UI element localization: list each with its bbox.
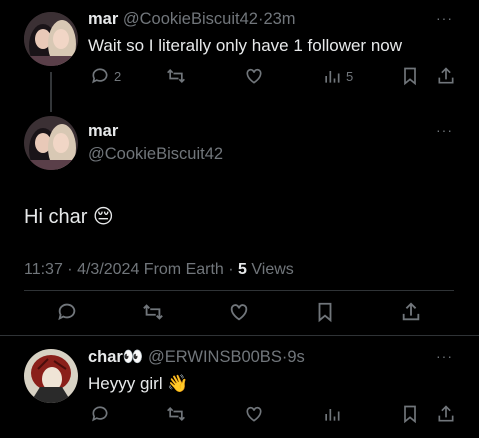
tweet-header: mar @CookieBiscuit42·23m: [88, 10, 296, 29]
author-name[interactable]: char👀: [88, 348, 143, 366]
like-button[interactable]: [228, 301, 250, 323]
waving-hand-emoji: 👋: [167, 374, 189, 393]
author-handle[interactable]: @CookieBiscuit42: [123, 10, 258, 28]
avatar[interactable]: [24, 12, 78, 66]
tweet-text-content: Heyyy girl: [88, 374, 163, 393]
author-handle[interactable]: @ERWINSB00BS: [148, 348, 282, 366]
views-label: Views: [246, 261, 294, 278]
eyes-emoji: 👀: [122, 348, 144, 366]
tweet-meta: 11:37 · 4/3/2024 From Earth · 5 Views: [24, 261, 294, 279]
retweet-icon: [143, 304, 163, 320]
share-button[interactable]: [436, 66, 456, 86]
bookmark-button[interactable]: [314, 301, 336, 323]
like-button[interactable]: [244, 404, 264, 424]
retweet-icon: [167, 68, 185, 84]
retweet-icon: [167, 406, 185, 422]
heart-icon: [246, 68, 262, 84]
tweet-text: Wait so I literally only have 1 follower…: [88, 36, 403, 55]
share-icon: [438, 405, 454, 422]
heart-icon: [230, 304, 248, 321]
author-name[interactable]: mar: [88, 10, 118, 28]
reply-icon: [58, 303, 76, 321]
pensive-emoji: 😔: [92, 206, 114, 228]
share-icon: [438, 67, 454, 84]
views-button[interactable]: [322, 404, 342, 424]
views-count: 5: [238, 261, 247, 278]
tweet-text: Heyyy girl 👋: [88, 374, 189, 394]
share-button[interactable]: [436, 404, 456, 424]
bookmark-icon: [404, 67, 416, 86]
bookmark-button[interactable]: [400, 66, 420, 86]
thread-line: [50, 72, 52, 112]
timestamp[interactable]: 23m: [263, 10, 295, 28]
bookmark-button[interactable]: [400, 404, 420, 424]
retweet-button[interactable]: [166, 404, 186, 424]
share-icon: [402, 302, 420, 321]
reply-button[interactable]: 2: [90, 66, 121, 86]
timestamp-source[interactable]: 11:37 · 4/3/2024 From Earth ·: [24, 261, 238, 278]
like-button[interactable]: [244, 66, 264, 86]
views-count: 5: [346, 68, 354, 84]
retweet-button[interactable]: [142, 301, 164, 323]
reply-icon: [92, 68, 108, 84]
tweet-text: Hi char 😔: [24, 204, 114, 229]
timestamp[interactable]: 9s: [287, 348, 304, 366]
reply-icon: [92, 406, 108, 422]
tweet-text-content: Hi char: [24, 206, 88, 228]
more-options-icon[interactable]: ···: [436, 348, 453, 364]
avatar[interactable]: [24, 349, 78, 403]
avatar[interactable]: [24, 116, 78, 170]
views-icon: [325, 71, 340, 83]
reply-button[interactable]: [90, 404, 110, 424]
reply-button[interactable]: [56, 301, 78, 323]
views-icon: [325, 409, 340, 421]
share-button[interactable]: [400, 301, 422, 323]
bookmark-icon: [318, 302, 332, 323]
retweet-button[interactable]: [166, 66, 186, 86]
bookmark-icon: [404, 405, 416, 424]
reply-count: 2: [114, 68, 122, 84]
tweet-header: char👀 @ERWINSB00BS·9s: [88, 348, 305, 367]
views-button[interactable]: 5: [322, 66, 353, 86]
more-options-icon[interactable]: ···: [436, 10, 453, 26]
heart-icon: [246, 406, 262, 422]
author-name[interactable]: mar: [88, 122, 118, 141]
author-handle[interactable]: @CookieBiscuit42: [88, 145, 223, 164]
divider: [0, 335, 479, 336]
more-options-icon[interactable]: ···: [436, 122, 453, 138]
divider: [24, 290, 454, 291]
